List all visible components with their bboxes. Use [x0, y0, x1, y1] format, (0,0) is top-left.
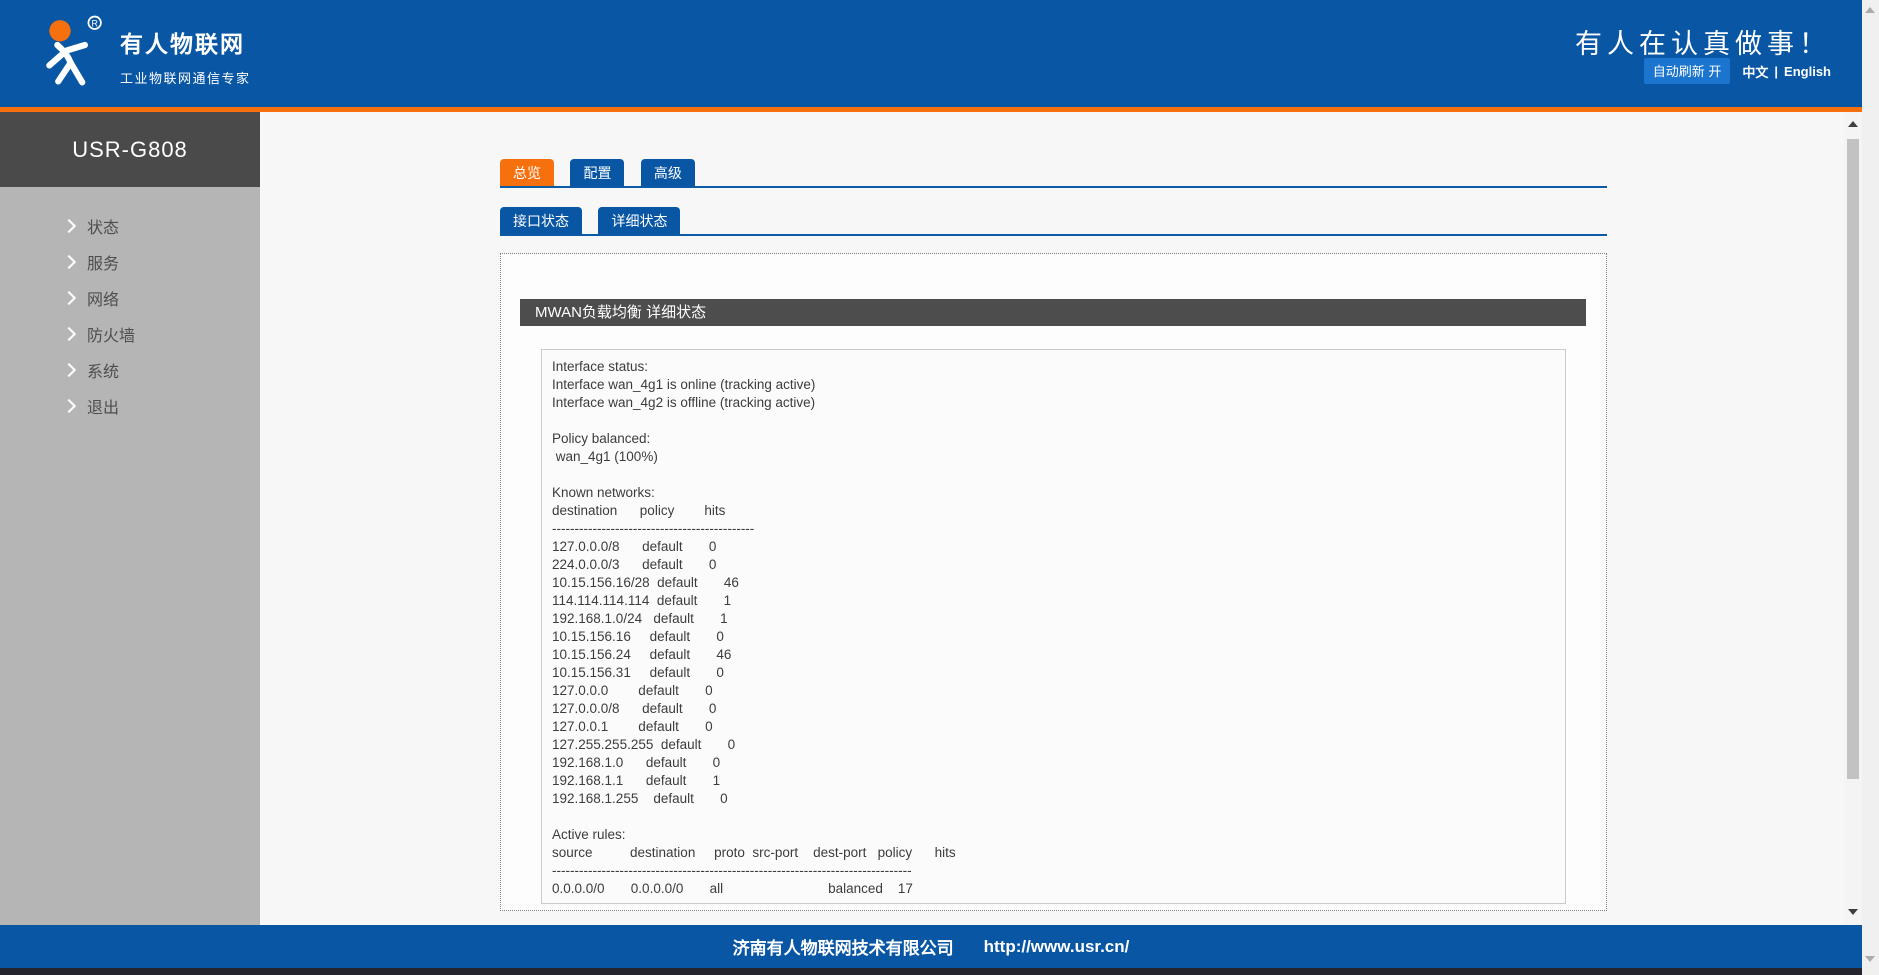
chevron-right-icon: [62, 327, 76, 341]
sidebar-item-status[interactable]: 状态: [0, 208, 260, 244]
footer-company: 济南有人物联网技术有限公司: [733, 934, 954, 959]
scroll-down-arrow-icon[interactable]: [1865, 956, 1875, 962]
app-header: R 有人物联网 工业物联网通信专家 有人在认真做事！ 自动刷新 开 中文 | E…: [0, 0, 1862, 107]
sidebar-item-label: 状态: [87, 214, 119, 238]
page: R 有人物联网 工业物联网通信专家 有人在认真做事！ 自动刷新 开 中文 | E…: [0, 0, 1879, 975]
chevron-right-icon: [62, 219, 76, 233]
sidebar: USR-G808 状态 服务 网络 防火墙 系统: [0, 112, 260, 925]
content-scrollbar-track[interactable]: [1844, 112, 1862, 925]
content-scrollbar-thumb[interactable]: [1847, 139, 1859, 779]
panel-title: MWAN负载均衡 详细状态: [520, 299, 1586, 326]
sidebar-item-network[interactable]: 网络: [0, 280, 260, 316]
sidebar-item-firewall[interactable]: 防火墙: [0, 316, 260, 352]
scroll-down-arrow-icon[interactable]: [1848, 909, 1858, 915]
brand-logo[interactable]: R 有人物联网 工业物联网通信专家: [28, 13, 251, 93]
sidebar-item-label: 防火墙: [87, 322, 135, 346]
chevron-right-icon: [62, 363, 76, 377]
sidebar-item-label: 服务: [87, 250, 119, 274]
tab-config[interactable]: 配置: [570, 159, 624, 188]
sidebar-item-system[interactable]: 系统: [0, 352, 260, 388]
svg-text:R: R: [91, 18, 97, 28]
sidebar-item-label: 退出: [87, 394, 119, 418]
chevron-right-icon: [62, 399, 76, 413]
sidebar-item-label: 系统: [87, 358, 119, 382]
subtab-interface-status[interactable]: 接口状态: [500, 207, 582, 236]
lang-divider: |: [1774, 64, 1778, 79]
accent-bar: [0, 107, 1862, 112]
lang-en-link[interactable]: English: [1784, 64, 1831, 79]
sidebar-nav: 状态 服务 网络 防火墙 系统 退出: [0, 187, 260, 424]
sidebar-item-label: 网络: [87, 286, 119, 310]
header-controls: 自动刷新 开 中文 | English: [1644, 58, 1831, 84]
header-slogan: 有人在认真做事！: [1575, 22, 1831, 61]
brand-title: 有人物联网: [120, 25, 251, 59]
footer-url-link[interactable]: http://www.usr.cn/: [984, 937, 1130, 957]
secondary-tab-underline: [500, 234, 1607, 236]
tab-advanced[interactable]: 高级: [641, 159, 695, 188]
mwan-status-box: Interface status: Interface wan_4g1 is o…: [541, 349, 1566, 904]
auto-refresh-toggle[interactable]: 自动刷新 开: [1644, 58, 1731, 84]
chevron-right-icon: [62, 291, 76, 305]
content-panel: MWAN负载均衡 详细状态 Interface status: Interfac…: [500, 253, 1607, 911]
chevron-right-icon: [62, 255, 76, 269]
mwan-status-text: Interface status: Interface wan_4g1 is o…: [542, 350, 1565, 904]
usr-runner-logo-icon: R: [28, 13, 108, 93]
page-scrollbar-track[interactable]: [1862, 0, 1879, 975]
sidebar-item-services[interactable]: 服务: [0, 244, 260, 280]
primary-tab-row: 总览 配置 高级: [500, 159, 707, 188]
sidebar-item-logout[interactable]: 退出: [0, 388, 260, 424]
window-bottom-edge: [0, 968, 1879, 975]
brand-text: 有人物联网 工业物联网通信专家: [120, 13, 251, 93]
app-footer: 济南有人物联网技术有限公司 http://www.usr.cn/: [0, 925, 1862, 968]
subtab-detail-status[interactable]: 详细状态: [598, 207, 680, 236]
device-model: USR-G808: [0, 112, 260, 187]
brand-subtitle: 工业物联网通信专家: [120, 68, 251, 87]
secondary-tab-row: 接口状态 详细状态: [500, 207, 692, 236]
scroll-up-arrow-icon[interactable]: [1848, 121, 1858, 127]
primary-tab-underline: [500, 186, 1607, 188]
scroll-up-arrow-icon[interactable]: [1865, 7, 1875, 13]
lang-zh-link[interactable]: 中文: [1742, 62, 1768, 81]
tab-overview[interactable]: 总览: [500, 159, 554, 188]
